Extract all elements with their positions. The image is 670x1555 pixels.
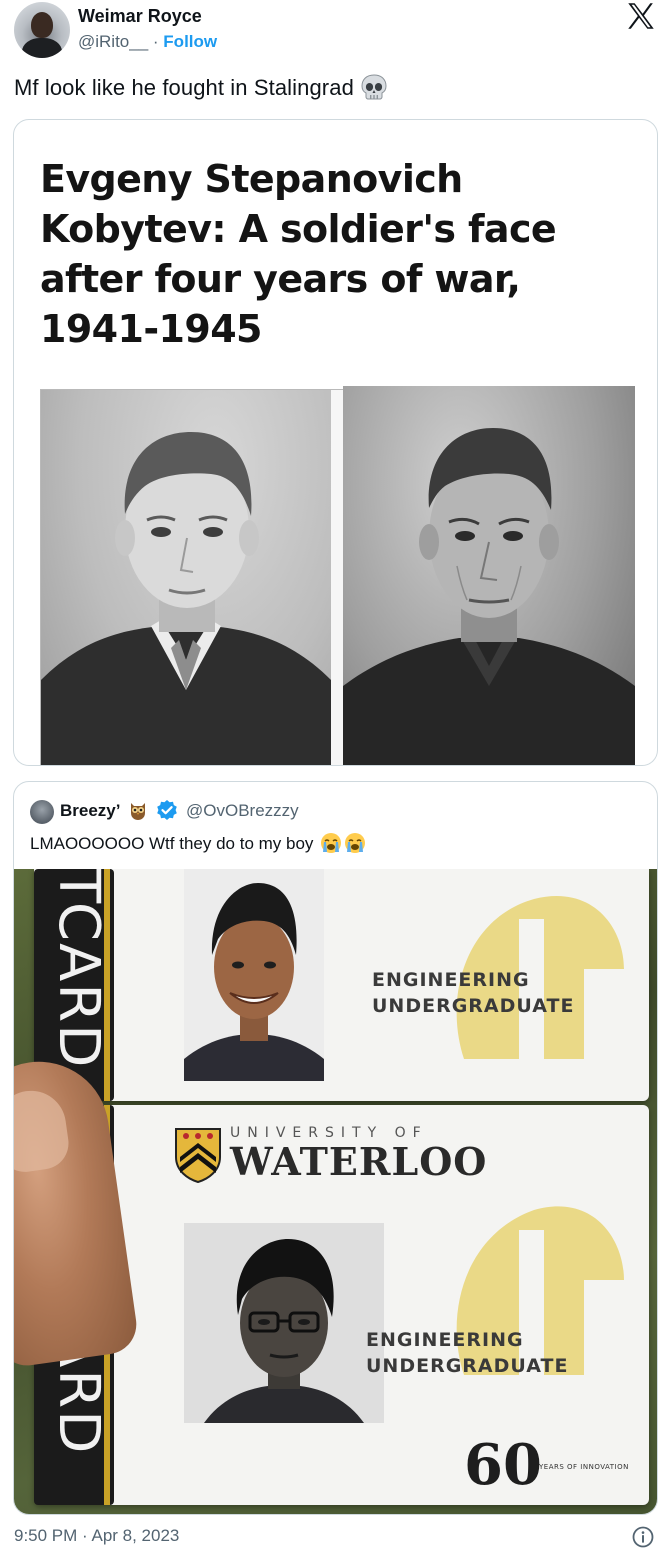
portrait-before-illustration bbox=[41, 432, 331, 765]
anniversary-number: 60 bbox=[464, 1432, 542, 1498]
quoted-author-name[interactable]: Breezy’ bbox=[60, 801, 120, 821]
portrait-after-war bbox=[343, 386, 635, 765]
tweet-text: Mf look like he fought in Stalingrad bbox=[14, 75, 354, 100]
skull-emoji-icon bbox=[361, 74, 387, 100]
info-icon[interactable] bbox=[632, 1526, 654, 1548]
avatar-head bbox=[31, 12, 53, 38]
author-handle-line: @iRito__ · Follow bbox=[78, 32, 217, 52]
tweet-text-line: Mf look like he fought in Stalingrad bbox=[14, 74, 388, 101]
program-label-after: ENGINEERING UNDERGRADUATE bbox=[366, 1329, 569, 1377]
author-name[interactable]: Weimar Royce bbox=[78, 6, 202, 27]
thumbnail-nail bbox=[14, 1086, 72, 1176]
quoted-tweet-text: LMAOOOOOO Wtf they do to my boy bbox=[30, 834, 314, 853]
author-avatar[interactable] bbox=[14, 2, 70, 58]
quoted-text-line: LMAOOOOOO Wtf they do to my boy bbox=[30, 832, 366, 854]
tweet-timestamp[interactable]: 9:50 PM · Apr 8, 2023 bbox=[14, 1526, 179, 1546]
handle-separator: · bbox=[148, 32, 164, 51]
university-name-line2: WATERLOO bbox=[230, 1139, 488, 1184]
follow-button[interactable]: Follow bbox=[163, 32, 217, 51]
id-photo-tired-illustration bbox=[184, 1223, 384, 1423]
x-logo-icon[interactable] bbox=[625, 2, 657, 30]
portrait-before-war bbox=[41, 390, 331, 765]
quoted-author-avatar[interactable] bbox=[30, 800, 54, 824]
author-handle[interactable]: @iRito__ bbox=[78, 32, 148, 51]
program-label-before: ENGINEERING UNDERGRADUATE bbox=[372, 969, 575, 1017]
crying-face-emoji-icon bbox=[345, 833, 366, 853]
student-id-cards-photo: TCARD ENGINEERING UNDERGRADUATE UNIVERSI… bbox=[14, 869, 657, 1514]
before-after-photo bbox=[40, 386, 635, 765]
portrait-after-illustration bbox=[343, 428, 635, 765]
avatar-body bbox=[22, 38, 62, 58]
university-name: UNIVERSITY OF WATERLOO bbox=[230, 1125, 487, 1183]
media-image-card[interactable]: Evgeny Stepanovich Kobytev: A soldier's … bbox=[13, 119, 658, 766]
verified-badge-icon bbox=[157, 800, 177, 820]
quoted-author-handle[interactable]: @OvOBrezzzy bbox=[186, 801, 299, 821]
crying-face-emoji-icon bbox=[321, 833, 342, 853]
quoted-tweet-card[interactable]: Breezy’ @OvOBrezzzy LMAOOOOOO Wtf they d… bbox=[13, 781, 658, 1515]
anniversary-label: YEARS OF INNOVATION bbox=[539, 1463, 629, 1471]
id-photo-tired bbox=[184, 1223, 384, 1423]
owl-emoji-icon bbox=[131, 803, 145, 820]
id-card-before: TCARD ENGINEERING UNDERGRADUATE bbox=[34, 869, 649, 1101]
id-photo-smiling bbox=[184, 869, 324, 1081]
tweet-header: Weimar Royce @iRito__ · Follow bbox=[0, 0, 670, 62]
article-title: Evgeny Stepanovich Kobytev: A soldier's … bbox=[40, 157, 557, 351]
gold-stripe bbox=[104, 869, 110, 1101]
id-photo-smiling-illustration bbox=[184, 869, 324, 1081]
tcard-label: TCARD bbox=[46, 869, 111, 1070]
waterloo-crest-icon bbox=[175, 1128, 221, 1183]
